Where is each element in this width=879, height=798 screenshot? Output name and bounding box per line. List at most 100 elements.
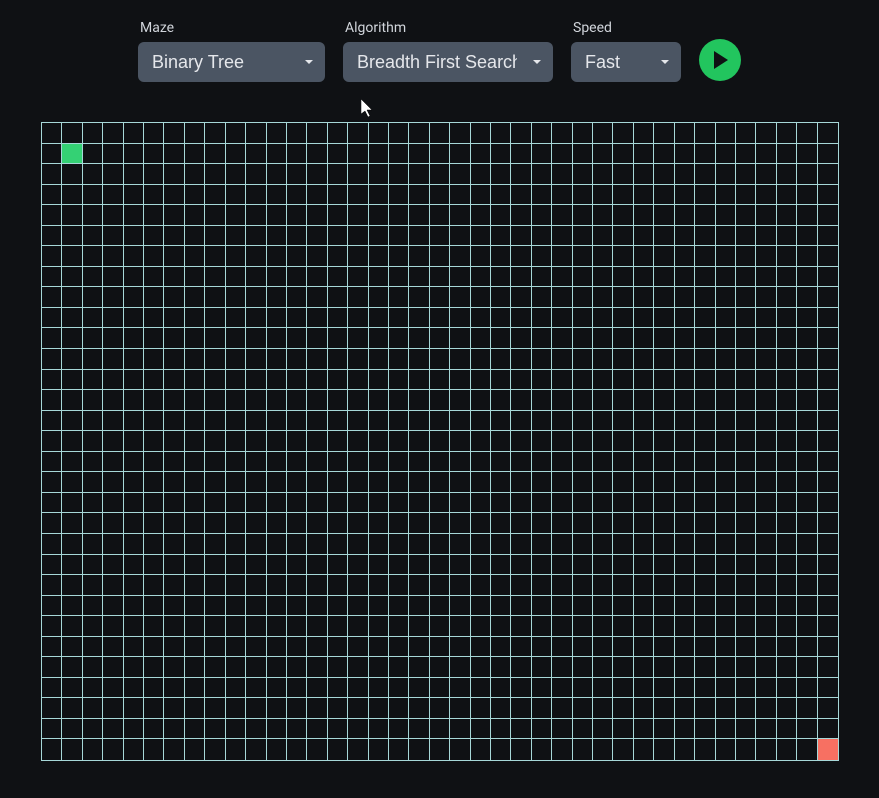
grid-cell[interactable] (124, 596, 144, 617)
grid-cell[interactable] (124, 431, 144, 452)
grid-cell[interactable] (83, 370, 103, 391)
grid-cell[interactable] (797, 308, 817, 329)
grid-cell[interactable] (430, 246, 450, 267)
grid-cell[interactable] (736, 452, 756, 473)
grid-cell[interactable] (144, 287, 164, 308)
grid-cell[interactable] (226, 349, 246, 370)
grid-cell[interactable] (307, 370, 327, 391)
grid-cell[interactable] (389, 123, 409, 144)
grid-cell[interactable] (409, 452, 429, 473)
grid-cell[interactable] (450, 616, 470, 637)
grid-cell[interactable] (144, 657, 164, 678)
grid-cell[interactable] (777, 164, 797, 185)
grid-cell[interactable] (552, 328, 572, 349)
grid-cell[interactable] (185, 164, 205, 185)
grid-cell[interactable] (164, 698, 184, 719)
grid-cell[interactable] (226, 534, 246, 555)
grid-cell[interactable] (83, 390, 103, 411)
grid-cell[interactable] (756, 513, 776, 534)
algorithm-select[interactable]: Breadth First Search (343, 42, 553, 82)
grid-cell[interactable] (328, 493, 348, 514)
grid-cell[interactable] (62, 555, 82, 576)
grid-cell[interactable] (246, 185, 266, 206)
grid-cell[interactable] (532, 534, 552, 555)
grid-cell[interactable] (552, 370, 572, 391)
grid-cell[interactable] (736, 287, 756, 308)
grid-cell[interactable] (491, 246, 511, 267)
grid-cell[interactable] (511, 349, 531, 370)
grid-cell[interactable] (409, 596, 429, 617)
grid-cell[interactable] (42, 267, 62, 288)
grid-cell[interactable] (389, 513, 409, 534)
grid-cell[interactable] (369, 513, 389, 534)
grid-cell[interactable] (328, 144, 348, 165)
grid-cell[interactable] (716, 575, 736, 596)
grid-cell[interactable] (389, 246, 409, 267)
grid-cell[interactable] (675, 493, 695, 514)
grid-cell[interactable] (532, 637, 552, 658)
grid-cell[interactable] (634, 370, 654, 391)
grid-cell[interactable] (654, 370, 674, 391)
grid-cell[interactable] (552, 555, 572, 576)
grid-cell[interactable] (287, 144, 307, 165)
grid-cell[interactable] (797, 575, 817, 596)
grid-cell[interactable] (246, 328, 266, 349)
grid-cell[interactable] (593, 164, 613, 185)
grid-cell[interactable] (369, 493, 389, 514)
grid-cell[interactable] (328, 246, 348, 267)
grid-cell[interactable] (654, 739, 674, 760)
grid-cell[interactable] (389, 698, 409, 719)
grid-cell[interactable] (267, 370, 287, 391)
grid-cell[interactable] (491, 431, 511, 452)
grid-cell[interactable] (287, 698, 307, 719)
grid-cell[interactable] (328, 308, 348, 329)
grid-cell[interactable] (716, 226, 736, 247)
grid-cell[interactable] (532, 123, 552, 144)
grid-cell[interactable] (62, 596, 82, 617)
grid-cell[interactable] (185, 411, 205, 432)
grid-cell[interactable] (348, 739, 368, 760)
grid-cell[interactable] (348, 390, 368, 411)
grid-cell[interactable] (613, 185, 633, 206)
grid-cell[interactable] (83, 637, 103, 658)
grid-cell[interactable] (491, 267, 511, 288)
grid-cell[interactable] (797, 678, 817, 699)
grid-cell[interactable] (756, 596, 776, 617)
grid-cell[interactable] (552, 657, 572, 678)
grid-cell[interactable] (654, 205, 674, 226)
grid-cell[interactable] (797, 431, 817, 452)
grid-cell[interactable] (491, 144, 511, 165)
grid-cell[interactable] (491, 698, 511, 719)
grid-cell[interactable] (185, 370, 205, 391)
grid-cell[interactable] (471, 123, 491, 144)
grid-cell[interactable] (430, 534, 450, 555)
grid-cell[interactable] (42, 164, 62, 185)
grid-cell[interactable] (450, 596, 470, 617)
grid-cell[interactable] (491, 678, 511, 699)
grid-cell[interactable] (124, 678, 144, 699)
grid-cell[interactable] (491, 205, 511, 226)
grid-cell[interactable] (103, 185, 123, 206)
grid-cell[interactable] (205, 493, 225, 514)
grid-cell[interactable] (695, 616, 715, 637)
grid-cell[interactable] (287, 411, 307, 432)
grid-cell[interactable] (471, 719, 491, 740)
grid-cell[interactable] (818, 246, 838, 267)
grid-cell[interactable] (409, 657, 429, 678)
grid-cell[interactable] (205, 164, 225, 185)
grid-cell[interactable] (430, 411, 450, 432)
grid-cell[interactable] (103, 308, 123, 329)
grid-cell[interactable] (185, 513, 205, 534)
grid-cell[interactable] (389, 739, 409, 760)
grid-cell[interactable] (654, 144, 674, 165)
grid-cell[interactable] (185, 678, 205, 699)
grid-cell[interactable] (450, 452, 470, 473)
grid-cell[interactable] (307, 267, 327, 288)
grid-cell[interactable] (552, 534, 572, 555)
grid-cell[interactable] (430, 164, 450, 185)
grid-cell[interactable] (246, 616, 266, 637)
grid-cell[interactable] (389, 205, 409, 226)
grid-cell[interactable] (144, 431, 164, 452)
grid-cell[interactable] (695, 698, 715, 719)
grid-cell[interactable] (736, 555, 756, 576)
